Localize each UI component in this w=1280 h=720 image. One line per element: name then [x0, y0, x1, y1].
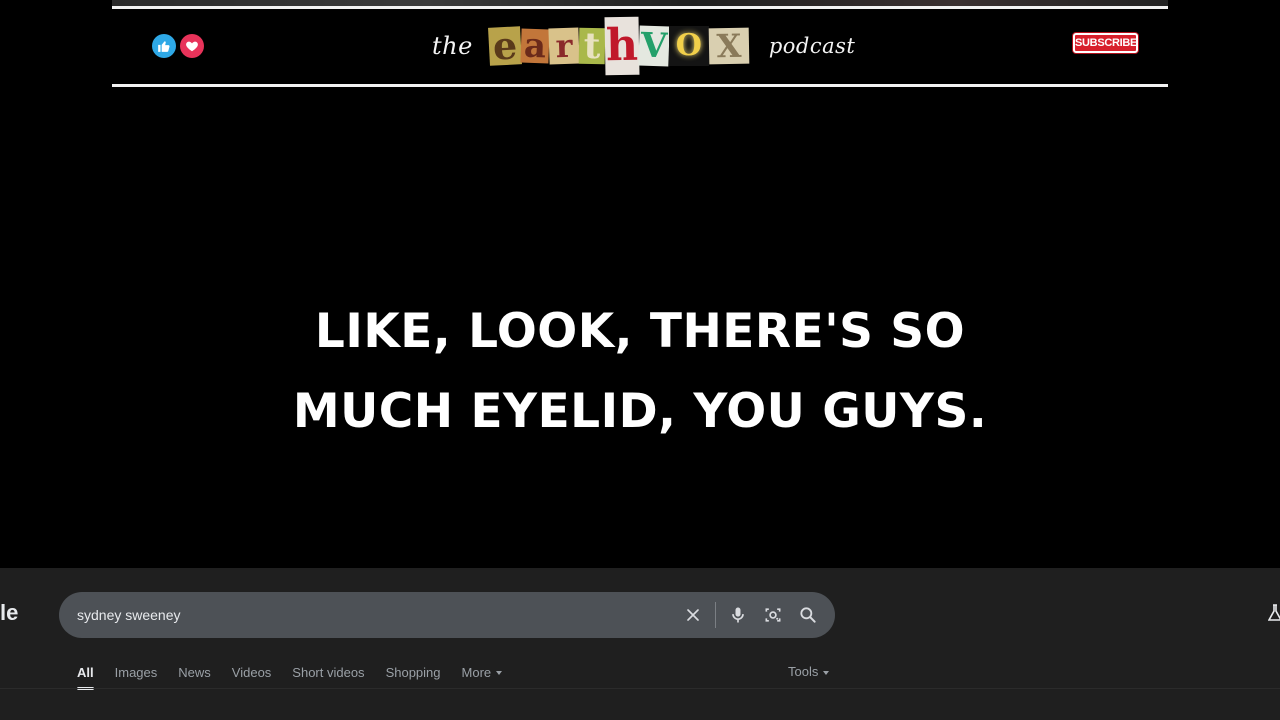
tab-label: Shopping — [385, 664, 441, 680]
search-panel — [0, 568, 1280, 720]
tabs-divider — [0, 688, 1280, 689]
labs-flask-icon[interactable] — [1267, 604, 1280, 622]
search-bar — [59, 592, 835, 638]
chevron-down-icon — [496, 671, 503, 676]
tab-label: More — [461, 664, 492, 680]
caption-line: MUCH EYELID, YOU GUYS. — [292, 384, 988, 439]
tab-shopping[interactable]: Shopping — [386, 665, 441, 680]
tab-label: All — [77, 664, 94, 680]
tab-images[interactable]: Images — [115, 665, 158, 680]
brand-suffix: podcast — [768, 34, 856, 58]
microphone-icon[interactable] — [726, 603, 750, 627]
brand-prefix: the — [432, 32, 473, 60]
banner-top-rule — [112, 6, 1168, 9]
logo-letter: O — [668, 26, 709, 66]
banner-bottom-rule — [112, 84, 1168, 87]
tools-label: Tools — [788, 664, 819, 679]
clear-icon[interactable] — [681, 603, 705, 627]
logo-letter: V — [638, 25, 670, 67]
logo-letter: t — [578, 25, 606, 67]
tools-button[interactable]: Tools — [788, 662, 830, 682]
search-logo-fragment[interactable]: le — [0, 600, 18, 626]
tab-news[interactable]: News — [178, 665, 211, 680]
heart-icon — [180, 34, 204, 58]
logo-letter: a — [520, 26, 550, 66]
earthvox-logo: earthVOX — [487, 16, 750, 76]
tab-videos[interactable]: Videos — [232, 665, 272, 680]
logo-letter: e — [487, 22, 522, 69]
search-input[interactable] — [77, 592, 657, 638]
camera-lens-icon[interactable] — [761, 603, 785, 627]
search-tabs: All Images News Videos Short videos Shopping M… — [77, 662, 523, 690]
tab-label: News — [178, 664, 211, 680]
podcast-brand: the earthVOX podcast — [432, 16, 855, 76]
tab-short-videos[interactable]: Short videos — [292, 665, 364, 680]
reaction-icons — [152, 34, 204, 58]
thumbs-up-icon — [152, 34, 176, 58]
video-frame: the earthVOX podcast SUBSCRIBE LIKE, LOO… — [0, 0, 1280, 720]
caption: LIKE, LOOK, THERE'S SO MUCH EYELID, YOU … — [140, 292, 1140, 452]
caption-line: LIKE, LOOK, THERE'S SO — [314, 304, 966, 359]
tab-more[interactable]: More — [462, 665, 503, 680]
chevron-down-icon — [823, 670, 830, 675]
logo-letter: h — [604, 16, 640, 76]
tab-all[interactable]: All — [77, 664, 94, 690]
tab-label: Videos — [231, 664, 272, 680]
logo-letter: r — [548, 27, 580, 65]
subscribe-button[interactable]: SUBSCRIBE — [1073, 33, 1138, 53]
tab-label: Images — [114, 664, 158, 680]
search-icon[interactable] — [796, 603, 820, 627]
search-divider — [715, 602, 716, 628]
logo-letter: X — [708, 27, 750, 65]
tab-label: Short videos — [292, 664, 365, 680]
